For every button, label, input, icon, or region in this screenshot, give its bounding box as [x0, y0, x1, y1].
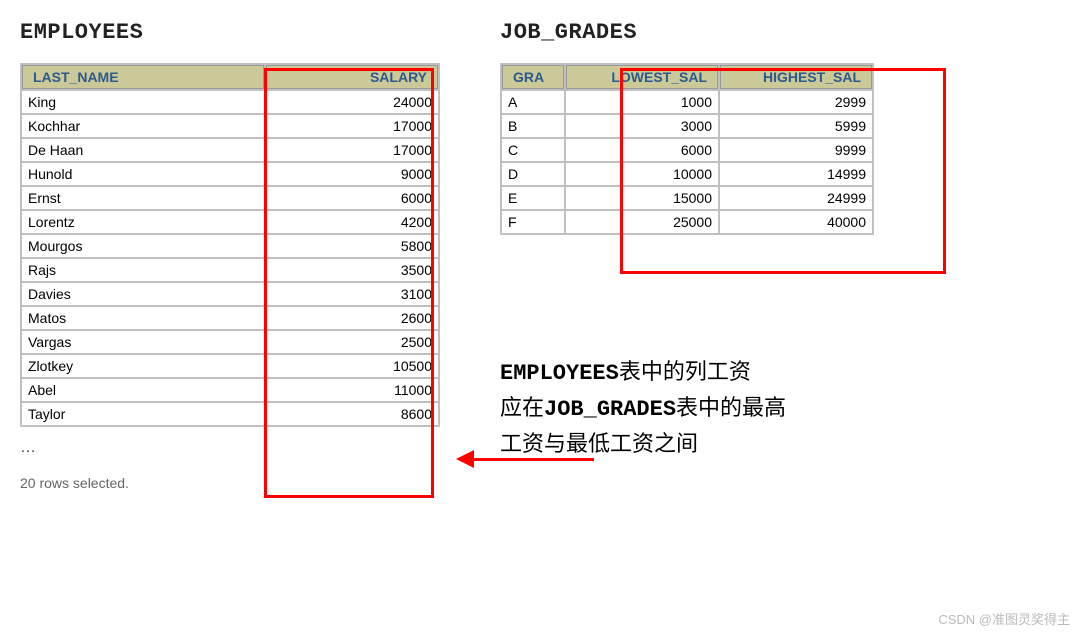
employees-title: EMPLOYEES	[20, 20, 440, 45]
grade-high-cell: 14999	[720, 163, 872, 185]
employee-name-cell: Rajs	[22, 259, 264, 281]
table-row: Taylor8600	[22, 403, 438, 425]
table-row: Zlotkey10500	[22, 355, 438, 377]
grade-letter-cell: C	[502, 139, 564, 161]
grade-letter-cell: D	[502, 163, 564, 185]
table-row: Ernst6000	[22, 187, 438, 209]
grade-high-cell: 24999	[720, 187, 872, 209]
grade-high-cell: 40000	[720, 211, 872, 233]
arrow-icon	[456, 450, 594, 468]
employee-name-cell: Abel	[22, 379, 264, 401]
employee-salary-cell: 3500	[266, 259, 438, 281]
employee-salary-cell: 17000	[266, 115, 438, 137]
employee-name-cell: Kochhar	[22, 115, 264, 137]
employee-salary-cell: 4200	[266, 211, 438, 233]
row-count-status: 20 rows selected.	[20, 475, 440, 491]
table-row: Vargas2500	[22, 331, 438, 353]
table-row: King24000	[22, 91, 438, 113]
employee-salary-cell: 8600	[266, 403, 438, 425]
grades-header-low: LOWEST_SAL	[566, 65, 718, 89]
employees-table: LAST_NAME SALARY King24000Kochhar17000De…	[20, 63, 440, 427]
employee-salary-cell: 2600	[266, 307, 438, 329]
grades-header-high: HIGHEST_SAL	[720, 65, 872, 89]
table-row: B30005999	[502, 115, 872, 137]
grade-high-cell: 9999	[720, 139, 872, 161]
grade-low-cell: 25000	[566, 211, 718, 233]
table-row: Abel11000	[22, 379, 438, 401]
employee-name-cell: Matos	[22, 307, 264, 329]
table-row: Matos2600	[22, 307, 438, 329]
employee-salary-cell: 17000	[266, 139, 438, 161]
grade-low-cell: 1000	[566, 91, 718, 113]
grade-high-cell: 2999	[720, 91, 872, 113]
employee-name-cell: Mourgos	[22, 235, 264, 257]
grade-letter-cell: E	[502, 187, 564, 209]
table-row: Rajs3500	[22, 259, 438, 281]
employee-salary-cell: 5800	[266, 235, 438, 257]
employee-salary-cell: 11000	[266, 379, 438, 401]
employee-salary-cell: 3100	[266, 283, 438, 305]
table-row: F2500040000	[502, 211, 872, 233]
employee-name-cell: Taylor	[22, 403, 264, 425]
explanation-note: EMPLOYEES表中的列工资 应在JOB_GRADES表中的最高 工资与最低工…	[500, 355, 874, 461]
employee-salary-cell: 24000	[266, 91, 438, 113]
table-row: Hunold9000	[22, 163, 438, 185]
grade-letter-cell: B	[502, 115, 564, 137]
table-row: E1500024999	[502, 187, 872, 209]
grade-high-cell: 5999	[720, 115, 872, 137]
grades-title: JOB_GRADES	[500, 20, 874, 45]
grade-letter-cell: A	[502, 91, 564, 113]
table-row: Lorentz4200	[22, 211, 438, 233]
grade-letter-cell: F	[502, 211, 564, 233]
employees-header-name: LAST_NAME	[22, 65, 264, 89]
table-row: Davies3100	[22, 283, 438, 305]
grade-low-cell: 6000	[566, 139, 718, 161]
table-row: D1000014999	[502, 163, 872, 185]
employee-name-cell: Hunold	[22, 163, 264, 185]
employee-salary-cell: 10500	[266, 355, 438, 377]
table-row: A10002999	[502, 91, 872, 113]
grade-low-cell: 15000	[566, 187, 718, 209]
watermark: CSDN @准图灵奖得主	[938, 609, 1070, 628]
grades-header-gra: GRA	[502, 65, 564, 89]
employee-name-cell: Zlotkey	[22, 355, 264, 377]
employees-header-salary: SALARY	[266, 65, 438, 89]
employee-salary-cell: 2500	[266, 331, 438, 353]
ellipsis: …	[20, 439, 440, 457]
grade-low-cell: 3000	[566, 115, 718, 137]
employee-name-cell: Vargas	[22, 331, 264, 353]
grade-low-cell: 10000	[566, 163, 718, 185]
employee-salary-cell: 6000	[266, 187, 438, 209]
employee-name-cell: Ernst	[22, 187, 264, 209]
grades-table: GRA LOWEST_SAL HIGHEST_SAL A10002999B300…	[500, 63, 874, 235]
employee-name-cell: Lorentz	[22, 211, 264, 233]
table-row: De Haan17000	[22, 139, 438, 161]
employee-name-cell: King	[22, 91, 264, 113]
table-row: Mourgos5800	[22, 235, 438, 257]
employee-salary-cell: 9000	[266, 163, 438, 185]
table-row: Kochhar17000	[22, 115, 438, 137]
employee-name-cell: Davies	[22, 283, 264, 305]
employee-name-cell: De Haan	[22, 139, 264, 161]
table-row: C60009999	[502, 139, 872, 161]
